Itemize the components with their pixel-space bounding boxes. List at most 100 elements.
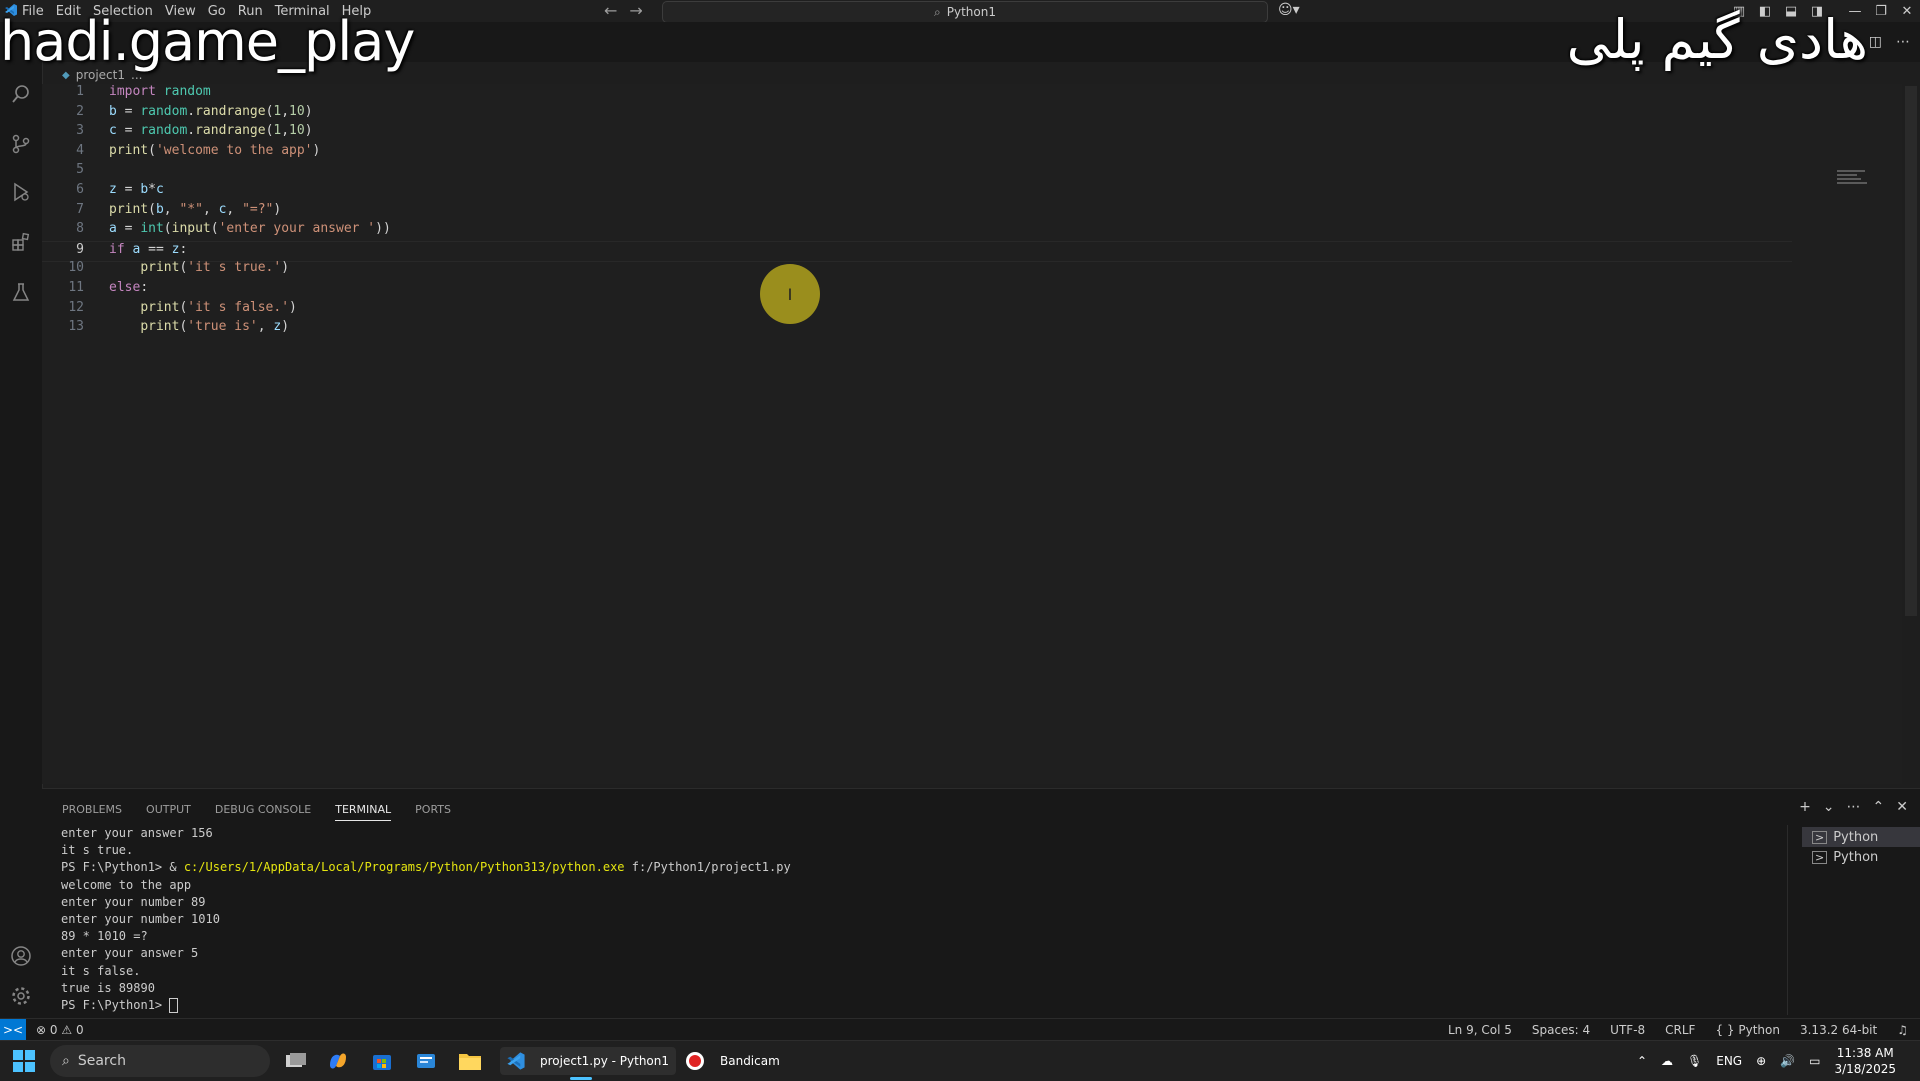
terminal-divider <box>1787 825 1788 1015</box>
line-number: 2 <box>76 103 84 119</box>
warning-count: 0 <box>75 1023 84 1037</box>
line-code: z = b*c <box>109 182 164 197</box>
code-line[interactable]: 9 if a == z: <box>42 240 1792 262</box>
tab-debug-console[interactable]: DEBUG CONSOLE <box>215 803 311 821</box>
taskbar-vscode[interactable]: project1.py - Python1 - V <box>500 1047 676 1075</box>
line-number: 3 <box>76 123 84 139</box>
panel-more-icon[interactable]: ⋯ <box>1847 799 1861 815</box>
line-code: print('true is', z) <box>140 319 290 335</box>
line-code: print(b, "*", c, "=?") <box>109 201 282 217</box>
code-line[interactable]: 6 z = b*c <box>42 182 1792 201</box>
windows-taskbar: ⌕ Search project1.py - Python1 - V Bandi… <box>0 1040 1920 1081</box>
line-number: 13 <box>68 319 84 335</box>
more-actions-icon[interactable]: ⋯ <box>1896 34 1910 50</box>
file-explorer-icon[interactable] <box>456 1047 484 1075</box>
command-center-search[interactable]: ⌕ Python1 <box>662 1 1268 23</box>
breadcrumb-more[interactable]: ... <box>131 68 142 82</box>
breadcrumb-file[interactable]: project1 <box>76 68 125 82</box>
python-interpreter[interactable]: 3.13.2 64-bit <box>1800 1023 1877 1037</box>
line-number: 1 <box>76 84 84 99</box>
problems-status[interactable]: ⊗ 0 ⚠ 0 <box>36 1023 84 1037</box>
status-bar: >< ⊗ 0 ⚠ 0 Ln 9, Col 5 Spaces: 4 UTF-8 C… <box>0 1018 1920 1041</box>
tab-ports[interactable]: PORTS <box>415 803 451 821</box>
battery-icon[interactable]: ▭ <box>1809 1054 1820 1068</box>
encoding[interactable]: UTF-8 <box>1610 1023 1645 1037</box>
code-line[interactable]: 3 c = random.randrange(1,10) <box>42 123 1792 142</box>
start-button[interactable] <box>12 1047 38 1075</box>
tray-chevron-icon[interactable]: ⌃ <box>1637 1054 1647 1068</box>
code-line[interactable]: 12 print('it s false.') <box>42 300 1792 319</box>
restore-icon[interactable]: ❐ <box>1868 4 1894 19</box>
vscode-app-icon <box>507 1052 525 1070</box>
line-code: print('it s false.') <box>140 299 297 315</box>
close-panel-icon[interactable]: ✕ <box>1896 799 1908 815</box>
terminal-line: true is 89890 <box>61 980 155 995</box>
code-line[interactable]: 4 print('welcome to the app') <box>42 143 1792 162</box>
indentation[interactable]: Spaces: 4 <box>1532 1023 1590 1037</box>
volume-icon[interactable]: 🔊 <box>1780 1054 1795 1068</box>
search-icon[interactable] <box>7 80 35 108</box>
watermark-left: hadi.game_play <box>0 10 415 73</box>
code-line[interactable]: 10 print('it s true.') <box>42 260 1792 279</box>
panel-actions: + ⌄ ⋯ ⌃ ✕ <box>1799 799 1908 815</box>
code-line[interactable]: 8 a = int(input('enter your answer ')) <box>42 221 1792 240</box>
tab-output[interactable]: OUTPUT <box>146 803 191 821</box>
code-line[interactable]: 13 print('true is', z) <box>42 319 1792 338</box>
cursor-position[interactable]: Ln 9, Col 5 <box>1448 1023 1512 1037</box>
end-of-line[interactable]: CRLF <box>1665 1023 1695 1037</box>
warning-icon: ⚠ <box>61 1023 73 1037</box>
code-line[interactable]: 7 print(b, "*", c, "=?") <box>42 202 1792 221</box>
taskbar-bandicam[interactable]: Bandicam <box>684 1047 794 1075</box>
source-control-icon[interactable] <box>7 130 35 158</box>
terminal-output[interactable]: enter your answer 156 it s true. PS F:\Pyt… <box>61 825 791 1014</box>
copilot-app-icon[interactable] <box>324 1047 352 1075</box>
terminal-line: PS F:\Python1> & c:/Users/1/AppData/Loca… <box>61 860 791 875</box>
taskbar-search[interactable]: ⌕ Search <box>50 1045 270 1077</box>
breadcrumb: ◆ project1 ... <box>62 68 142 82</box>
network-globe-icon[interactable]: ⊕ <box>1756 1054 1766 1068</box>
terminal-item[interactable]: > Python <box>1802 827 1920 847</box>
tab-problems[interactable]: PROBLEMS <box>62 803 122 821</box>
code-line[interactable]: 5 <box>42 162 1792 181</box>
tab-terminal[interactable]: TERMINAL <box>335 803 392 821</box>
new-terminal-icon[interactable]: + <box>1799 799 1811 815</box>
close-window-icon[interactable]: ✕ <box>1894 4 1920 19</box>
line-number: 9 <box>76 241 84 257</box>
clock[interactable]: 11:38 AM 3/18/2025 <box>1834 1045 1896 1077</box>
onedrive-off-icon[interactable]: ☁ <box>1661 1054 1673 1068</box>
notifications-bell-icon[interactable]: ♫ <box>1897 1023 1908 1037</box>
back-arrow-icon[interactable]: ← <box>604 1 617 20</box>
mail-app-icon[interactable] <box>412 1047 440 1075</box>
account-icon[interactable] <box>7 942 35 970</box>
terminal-dropdown-icon[interactable]: ⌄ <box>1823 799 1835 815</box>
line-code: c = random.randrange(1,10) <box>109 123 313 139</box>
code-line[interactable]: 11 else: <box>42 280 1792 299</box>
remote-indicator-icon[interactable]: >< <box>0 1019 26 1041</box>
language-mode[interactable]: { } Python <box>1715 1023 1780 1037</box>
taskbar-search-label: Search <box>77 1053 126 1069</box>
editor-scrollbar[interactable] <box>1905 86 1917 616</box>
split-editor-icon[interactable]: ◫ <box>1869 34 1882 50</box>
run-debug-icon[interactable] <box>7 178 35 206</box>
code-line[interactable]: 2 b = random.randrange(1,10) <box>42 104 1792 123</box>
line-code: a = int(input('enter your answer ')) <box>109 221 391 237</box>
record-icon <box>686 1052 704 1070</box>
terminal-item[interactable]: > Python <box>1802 847 1920 867</box>
forward-arrow-icon[interactable]: → <box>629 1 642 20</box>
line-number: 4 <box>76 142 84 158</box>
microphone-icon[interactable]: 🎙 <box>1687 1054 1702 1068</box>
settings-gear-icon[interactable] <box>7 982 35 1010</box>
error-count: 0 <box>49 1023 58 1037</box>
copilot-icon[interactable]: ☺▾ <box>1278 2 1300 18</box>
testing-flask-icon[interactable] <box>7 278 35 306</box>
task-view-icon[interactable] <box>282 1047 310 1075</box>
code-line[interactable]: 1 import random <box>42 84 1792 103</box>
code-editor[interactable]: 1 import random 2 b = random.randrange(1,10… <box>42 84 1902 784</box>
store-icon[interactable] <box>368 1047 396 1075</box>
watermark-right: هادی گیم پلی <box>1566 8 1868 71</box>
extensions-icon[interactable] <box>7 228 35 256</box>
line-code: print('welcome to the app') <box>109 142 321 158</box>
activity-bar <box>0 22 43 1018</box>
input-language[interactable]: ENG <box>1716 1054 1742 1068</box>
maximize-panel-icon[interactable]: ⌃ <box>1873 799 1885 815</box>
